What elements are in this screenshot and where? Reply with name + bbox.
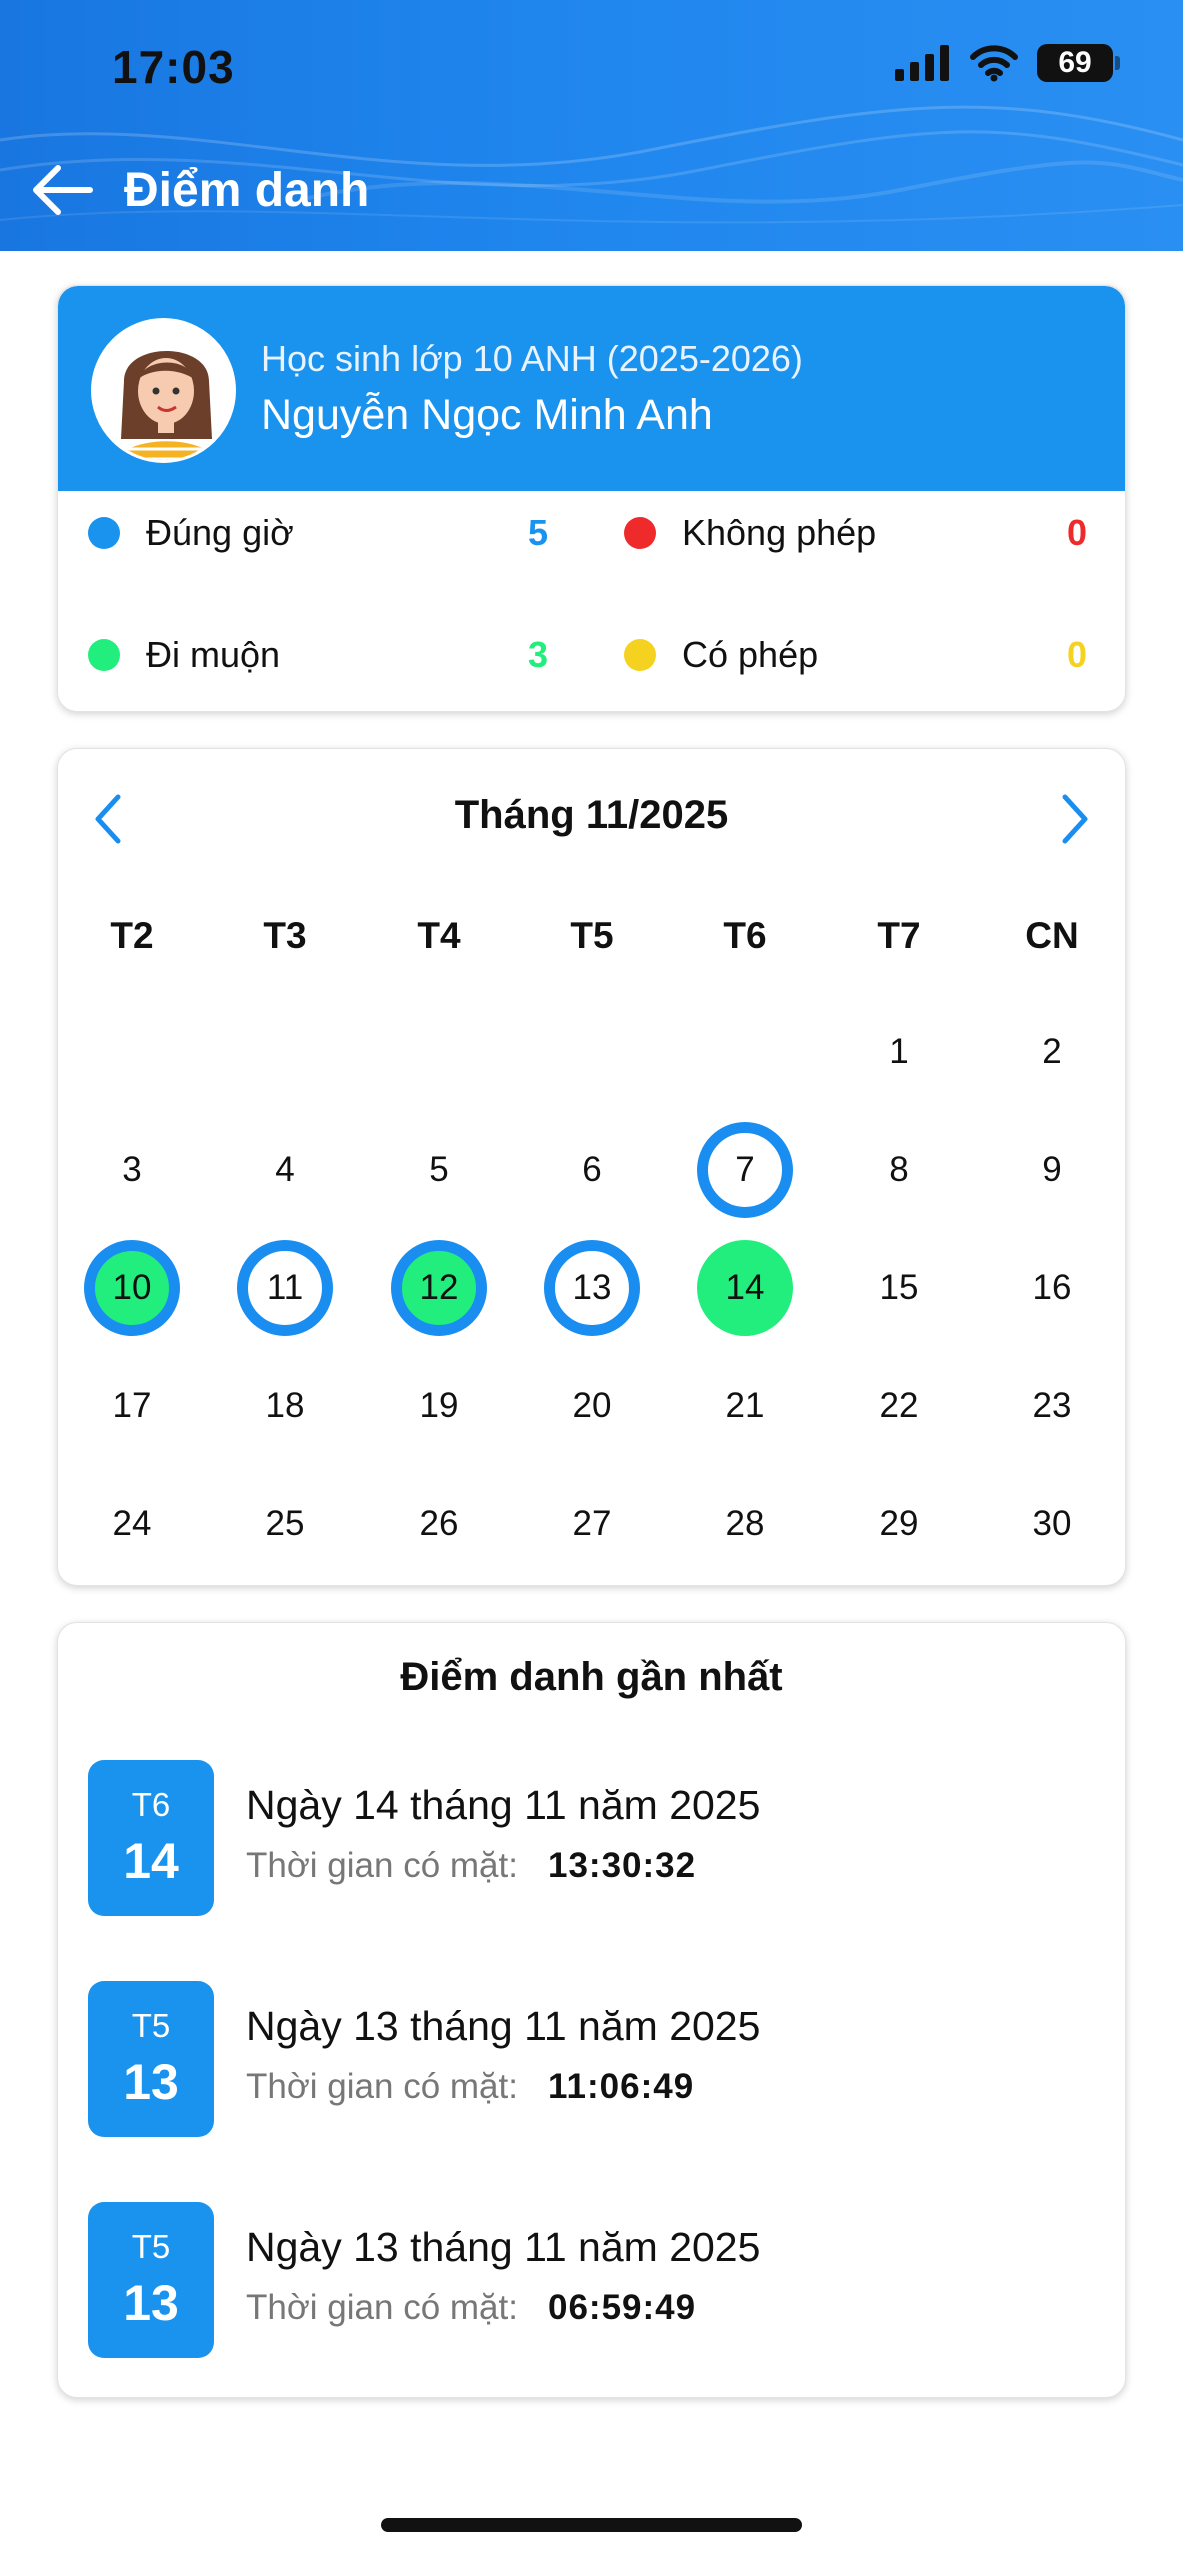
stat-excused: Có phép 0 [624, 630, 1094, 680]
weekday-label: T3 [263, 915, 307, 956]
calendar-day[interactable]: 22 [851, 1358, 947, 1454]
weekday-label: T6 [723, 915, 767, 956]
badge-day: 13 [123, 2275, 179, 2331]
status-time: 17:03 [112, 41, 235, 93]
calendar-month-title: Tháng 11/2025 [454, 793, 729, 837]
badge-weekday: T6 [131, 1786, 171, 1823]
stat-count: 5 [528, 512, 549, 553]
student-info-banner: Học sinh lớp 10 ANH (2025-2026) Nguyễn N… [58, 286, 1125, 491]
late-dot-icon [88, 639, 120, 671]
entry-date: Ngày 14 tháng 11 năm 2025 [246, 1782, 761, 1828]
calendar-day[interactable]: 28 [697, 1476, 793, 1572]
weekday-label: T5 [570, 915, 614, 956]
recent-attendance-card: Điểm danh gần nhất T6 14 Ngày 14 tháng 1… [57, 1622, 1126, 2398]
battery-level: 69 [1058, 46, 1092, 79]
calendar-day[interactable]: 24 [84, 1476, 180, 1572]
calendar-day[interactable]: 9 [1004, 1122, 1100, 1218]
stat-label: Đi muộn [146, 634, 281, 675]
stat-unexcused: Không phép 0 [624, 508, 1094, 558]
date-badge: T6 14 [88, 1760, 214, 1916]
attendance-entry[interactable]: T5 13 Ngày 13 tháng 11 năm 2025 Thời gia… [88, 1981, 1088, 2137]
stat-on-time: Đúng giờ 5 [88, 508, 558, 558]
signal-icon [895, 45, 949, 81]
back-arrow-icon[interactable] [28, 160, 94, 220]
calendar-day[interactable]: 6 [544, 1122, 640, 1218]
calendar-day[interactable]: 14 [697, 1240, 793, 1336]
calendar-day[interactable]: 5 [391, 1122, 487, 1218]
calendar-day[interactable]: 11 [237, 1240, 333, 1336]
calendar-day[interactable]: 25 [237, 1476, 333, 1572]
student-name: Nguyễn Ngọc Minh Anh [261, 391, 713, 439]
calendar-day[interactable]: 1 [851, 1004, 947, 1100]
calendar-day[interactable]: 27 [544, 1476, 640, 1572]
calendar-day[interactable]: 16 [1004, 1240, 1100, 1336]
entry-time-value: 06:59:49 [548, 2288, 697, 2327]
weekday-label: CN [1025, 915, 1079, 956]
calendar-day[interactable]: 7 [697, 1122, 793, 1218]
calendar-day[interactable]: 21 [697, 1358, 793, 1454]
excused-dot-icon [624, 639, 656, 671]
calendar-day[interactable]: 8 [851, 1122, 947, 1218]
attendance-entry[interactable]: T6 14 Ngày 14 tháng 11 năm 2025 Thời gia… [88, 1760, 1088, 1916]
badge-day: 13 [123, 2054, 179, 2110]
calendar-day[interactable]: 4 [237, 1122, 333, 1218]
calendar-day[interactable]: 23 [1004, 1358, 1100, 1454]
entry-time-value: 11:06:49 [548, 2067, 695, 2106]
badge-weekday: T5 [131, 2007, 171, 2044]
badge-weekday: T5 [131, 2228, 171, 2265]
calendar-day[interactable]: 29 [851, 1476, 947, 1572]
chevron-right-icon[interactable] [1055, 789, 1095, 849]
entry-date: Ngày 13 tháng 11 năm 2025 [246, 2224, 761, 2270]
calendar-day[interactable]: 15 [851, 1240, 947, 1336]
stat-late: Đi muộn 3 [88, 630, 558, 680]
on-time-dot-icon [88, 517, 120, 549]
stat-label: Đúng giờ [146, 512, 294, 553]
stat-count: 0 [1067, 512, 1088, 553]
calendar-day[interactable]: 20 [544, 1358, 640, 1454]
wifi-icon [970, 45, 1018, 82]
calendar-day[interactable]: 2 [1004, 1004, 1100, 1100]
entry-time-value: 13:30:32 [548, 1846, 697, 1885]
entry-time-label: Thời gian có mặt: [246, 2067, 518, 2106]
weekday-label: T2 [110, 915, 154, 956]
calendar-day[interactable]: 10 [84, 1240, 180, 1336]
stat-count: 3 [528, 634, 549, 675]
recent-attendance-title: Điểm danh gần nhất [400, 1655, 783, 1699]
home-indicator[interactable] [381, 2518, 802, 2532]
stat-label: Không phép [682, 512, 877, 553]
calendar-day[interactable]: 17 [84, 1358, 180, 1454]
date-badge: T5 13 [88, 2202, 214, 2358]
calendar-day[interactable]: 19 [391, 1358, 487, 1454]
calendar-day[interactable]: 26 [391, 1476, 487, 1572]
student-class: Học sinh lớp 10 ANH (2025-2026) [261, 338, 803, 379]
student-summary-card: Học sinh lớp 10 ANH (2025-2026) Nguyễn N… [57, 285, 1126, 712]
app-header: 17:03 69 Điểm danh [0, 0, 1183, 251]
status-icons: 69 [895, 44, 1120, 82]
stat-label: Có phép [682, 634, 819, 675]
entry-date: Ngày 13 tháng 11 năm 2025 [246, 2003, 761, 2049]
page-title: Điểm danh [124, 164, 370, 217]
calendar-day[interactable]: 13 [544, 1240, 640, 1336]
avatar [91, 318, 236, 463]
calendar-day[interactable]: 30 [1004, 1476, 1100, 1572]
calendar-day[interactable]: 3 [84, 1122, 180, 1218]
entry-time-label: Thời gian có mặt: [246, 2288, 518, 2327]
attendance-calendar: Tháng 11/2025 T2 T3 T4 T5 T6 T7 CN 12345… [57, 748, 1126, 1586]
battery-icon: 69 [1037, 44, 1120, 82]
calendar-day[interactable]: 18 [237, 1358, 333, 1454]
weekday-label: T4 [417, 915, 461, 956]
unexcused-dot-icon [624, 517, 656, 549]
badge-day: 14 [123, 1833, 179, 1889]
calendar-day[interactable]: 12 [391, 1240, 487, 1336]
entry-time-label: Thời gian có mặt: [246, 1846, 518, 1885]
attendance-entry[interactable]: T5 13 Ngày 13 tháng 11 năm 2025 Thời gia… [88, 2202, 1088, 2358]
date-badge: T5 13 [88, 1981, 214, 2137]
stat-count: 0 [1067, 634, 1088, 675]
weekday-label: T7 [877, 915, 921, 956]
